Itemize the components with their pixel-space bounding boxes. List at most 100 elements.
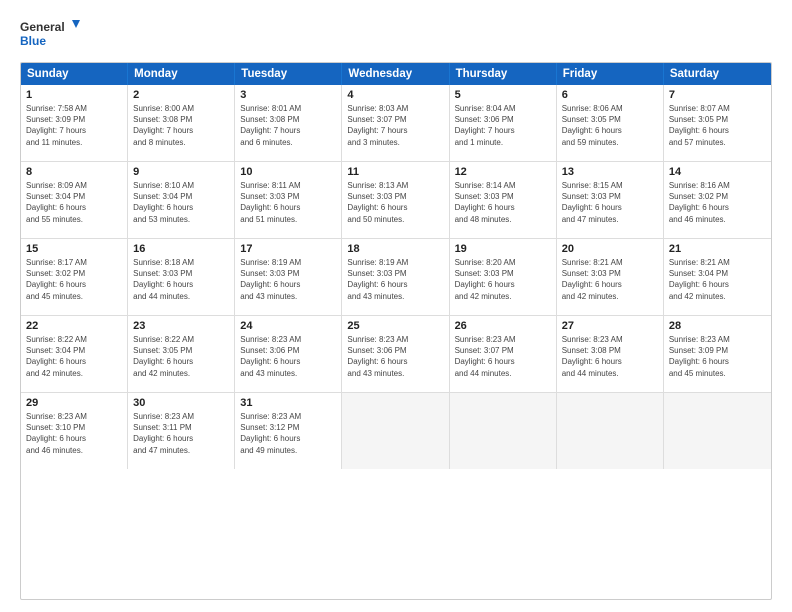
calendar-cell-empty-4-5 <box>557 393 664 469</box>
calendar-cell-empty-4-6 <box>664 393 771 469</box>
calendar-cell-5: 5 Sunrise: 8:04 AM Sunset: 3:06 PM Daylig… <box>450 85 557 161</box>
day-number: 9 <box>133 166 229 178</box>
calendar-cell-31: 31 Sunrise: 8:23 AM Sunset: 3:12 PM Dayli… <box>235 393 342 469</box>
day-info: Sunrise: 8:23 AM Sunset: 3:09 PM Dayligh… <box>669 334 766 379</box>
calendar-cell-24: 24 Sunrise: 8:23 AM Sunset: 3:06 PM Dayli… <box>235 316 342 392</box>
day-number: 24 <box>240 320 336 332</box>
day-info: Sunrise: 8:22 AM Sunset: 3:05 PM Dayligh… <box>133 334 229 379</box>
calendar-cell-7: 7Sunrise: 8:07 AM Sunset: 3:05 PM Daylig… <box>664 85 771 161</box>
day-info: Sunrise: 8:13 AM Sunset: 3:03 PM Dayligh… <box>347 180 443 225</box>
calendar-cell-16: 16 Sunrise: 8:18 AM Sunset: 3:03 PM Dayli… <box>128 239 235 315</box>
calendar-cell-25: 25 Sunrise: 8:23 AM Sunset: 3:06 PM Dayli… <box>342 316 449 392</box>
day-info: Sunrise: 8:18 AM Sunset: 3:03 PM Dayligh… <box>133 257 229 302</box>
day-info: Sunrise: 8:23 AM Sunset: 3:12 PM Dayligh… <box>240 411 336 456</box>
day-number: 13 <box>562 166 658 178</box>
day-info: Sunrise: 8:21 AM Sunset: 3:03 PM Dayligh… <box>562 257 658 302</box>
day-info: Sunrise: 8:23 AM Sunset: 3:11 PM Dayligh… <box>133 411 229 456</box>
day-info: Sunrise: 8:16 AM Sunset: 3:02 PM Dayligh… <box>669 180 766 225</box>
day-number: 11 <box>347 166 443 178</box>
calendar-weekday-wednesday: Wednesday <box>342 63 449 85</box>
day-number: 7 <box>669 89 766 101</box>
day-number: 30 <box>133 397 229 409</box>
day-info: Sunrise: 7:58 AM Sunset: 3:09 PM Dayligh… <box>26 103 122 148</box>
calendar-weekday-saturday: Saturday <box>664 63 771 85</box>
day-info: Sunrise: 8:00 AM Sunset: 3:08 PM Dayligh… <box>133 103 229 148</box>
day-info: Sunrise: 8:06 AM Sunset: 3:05 PM Dayligh… <box>562 103 658 148</box>
logo-svg: General Blue <box>20 16 80 52</box>
day-info: Sunrise: 8:01 AM Sunset: 3:08 PM Dayligh… <box>240 103 336 148</box>
day-info: Sunrise: 8:15 AM Sunset: 3:03 PM Dayligh… <box>562 180 658 225</box>
calendar-cell-8: 8Sunrise: 8:09 AM Sunset: 3:04 PM Daylig… <box>21 162 128 238</box>
day-info: Sunrise: 8:23 AM Sunset: 3:10 PM Dayligh… <box>26 411 122 456</box>
day-number: 1 <box>26 89 122 101</box>
calendar-cell-18: 18Sunrise: 8:19 AM Sunset: 3:03 PM Dayli… <box>342 239 449 315</box>
day-number: 15 <box>26 243 122 255</box>
day-info: Sunrise: 8:23 AM Sunset: 3:06 PM Dayligh… <box>240 334 336 379</box>
day-info: Sunrise: 8:17 AM Sunset: 3:02 PM Dayligh… <box>26 257 122 302</box>
day-number: 6 <box>562 89 658 101</box>
calendar: SundayMondayTuesdayWednesdayThursdayFrid… <box>20 62 772 600</box>
calendar-header: SundayMondayTuesdayWednesdayThursdayFrid… <box>21 63 771 85</box>
day-info: Sunrise: 8:04 AM Sunset: 3:06 PM Dayligh… <box>455 103 551 148</box>
logo: General Blue <box>20 16 80 52</box>
calendar-cell-14: 14 Sunrise: 8:16 AM Sunset: 3:02 PM Dayli… <box>664 162 771 238</box>
calendar-cell-9: 9Sunrise: 8:10 AM Sunset: 3:04 PM Daylig… <box>128 162 235 238</box>
calendar-week-5: 29Sunrise: 8:23 AM Sunset: 3:10 PM Dayli… <box>21 393 771 469</box>
calendar-cell-21: 21 Sunrise: 8:21 AM Sunset: 3:04 PM Dayli… <box>664 239 771 315</box>
day-number: 25 <box>347 320 443 332</box>
day-info: Sunrise: 8:22 AM Sunset: 3:04 PM Dayligh… <box>26 334 122 379</box>
calendar-cell-29: 29Sunrise: 8:23 AM Sunset: 3:10 PM Dayli… <box>21 393 128 469</box>
calendar-cell-17: 17 Sunrise: 8:19 AM Sunset: 3:03 PM Dayli… <box>235 239 342 315</box>
calendar-cell-20: 20 Sunrise: 8:21 AM Sunset: 3:03 PM Dayli… <box>557 239 664 315</box>
day-number: 3 <box>240 89 336 101</box>
calendar-cell-empty-4-3 <box>342 393 449 469</box>
calendar-cell-19: 19Sunrise: 8:20 AM Sunset: 3:03 PM Dayli… <box>450 239 557 315</box>
day-number: 31 <box>240 397 336 409</box>
day-number: 16 <box>133 243 229 255</box>
day-number: 19 <box>455 243 551 255</box>
day-number: 21 <box>669 243 766 255</box>
calendar-week-3: 15 Sunrise: 8:17 AM Sunset: 3:02 PM Dayli… <box>21 239 771 316</box>
day-info: Sunrise: 8:21 AM Sunset: 3:04 PM Dayligh… <box>669 257 766 302</box>
calendar-cell-22: 22Sunrise: 8:22 AM Sunset: 3:04 PM Dayli… <box>21 316 128 392</box>
day-info: Sunrise: 8:14 AM Sunset: 3:03 PM Dayligh… <box>455 180 551 225</box>
page: General Blue SundayMondayTuesdayWednesda… <box>0 0 792 612</box>
svg-text:Blue: Blue <box>20 34 46 48</box>
calendar-cell-6: 6 Sunrise: 8:06 AM Sunset: 3:05 PM Daylig… <box>557 85 664 161</box>
day-number: 4 <box>347 89 443 101</box>
day-info: Sunrise: 8:09 AM Sunset: 3:04 PM Dayligh… <box>26 180 122 225</box>
calendar-cell-30: 30 Sunrise: 8:23 AM Sunset: 3:11 PM Dayli… <box>128 393 235 469</box>
calendar-cell-1: 1 Sunrise: 7:58 AM Sunset: 3:09 PM Daylig… <box>21 85 128 161</box>
calendar-cell-2: 2 Sunrise: 8:00 AM Sunset: 3:08 PM Daylig… <box>128 85 235 161</box>
day-number: 14 <box>669 166 766 178</box>
day-info: Sunrise: 8:19 AM Sunset: 3:03 PM Dayligh… <box>240 257 336 302</box>
day-number: 17 <box>240 243 336 255</box>
calendar-week-1: 1 Sunrise: 7:58 AM Sunset: 3:09 PM Daylig… <box>21 85 771 162</box>
calendar-cell-28: 28 Sunrise: 8:23 AM Sunset: 3:09 PM Dayli… <box>664 316 771 392</box>
calendar-cell-4: 4 Sunrise: 8:03 AM Sunset: 3:07 PM Daylig… <box>342 85 449 161</box>
day-info: Sunrise: 8:23 AM Sunset: 3:08 PM Dayligh… <box>562 334 658 379</box>
calendar-cell-26: 26 Sunrise: 8:23 AM Sunset: 3:07 PM Dayli… <box>450 316 557 392</box>
calendar-cell-12: 12 Sunrise: 8:14 AM Sunset: 3:03 PM Dayli… <box>450 162 557 238</box>
day-info: Sunrise: 8:19 AM Sunset: 3:03 PM Dayligh… <box>347 257 443 302</box>
day-number: 10 <box>240 166 336 178</box>
calendar-cell-11: 11 Sunrise: 8:13 AM Sunset: 3:03 PM Dayli… <box>342 162 449 238</box>
calendar-cell-10: 10Sunrise: 8:11 AM Sunset: 3:03 PM Dayli… <box>235 162 342 238</box>
day-number: 26 <box>455 320 551 332</box>
calendar-body: 1 Sunrise: 7:58 AM Sunset: 3:09 PM Daylig… <box>21 85 771 469</box>
day-number: 28 <box>669 320 766 332</box>
day-number: 20 <box>562 243 658 255</box>
day-number: 2 <box>133 89 229 101</box>
calendar-cell-empty-4-4 <box>450 393 557 469</box>
day-info: Sunrise: 8:03 AM Sunset: 3:07 PM Dayligh… <box>347 103 443 148</box>
calendar-cell-3: 3 Sunrise: 8:01 AM Sunset: 3:08 PM Daylig… <box>235 85 342 161</box>
calendar-cell-23: 23Sunrise: 8:22 AM Sunset: 3:05 PM Dayli… <box>128 316 235 392</box>
day-number: 5 <box>455 89 551 101</box>
calendar-cell-15: 15 Sunrise: 8:17 AM Sunset: 3:02 PM Dayli… <box>21 239 128 315</box>
calendar-weekday-friday: Friday <box>557 63 664 85</box>
day-info: Sunrise: 8:23 AM Sunset: 3:06 PM Dayligh… <box>347 334 443 379</box>
day-info: Sunrise: 8:23 AM Sunset: 3:07 PM Dayligh… <box>455 334 551 379</box>
day-number: 12 <box>455 166 551 178</box>
calendar-week-4: 22Sunrise: 8:22 AM Sunset: 3:04 PM Dayli… <box>21 316 771 393</box>
calendar-weekday-thursday: Thursday <box>450 63 557 85</box>
